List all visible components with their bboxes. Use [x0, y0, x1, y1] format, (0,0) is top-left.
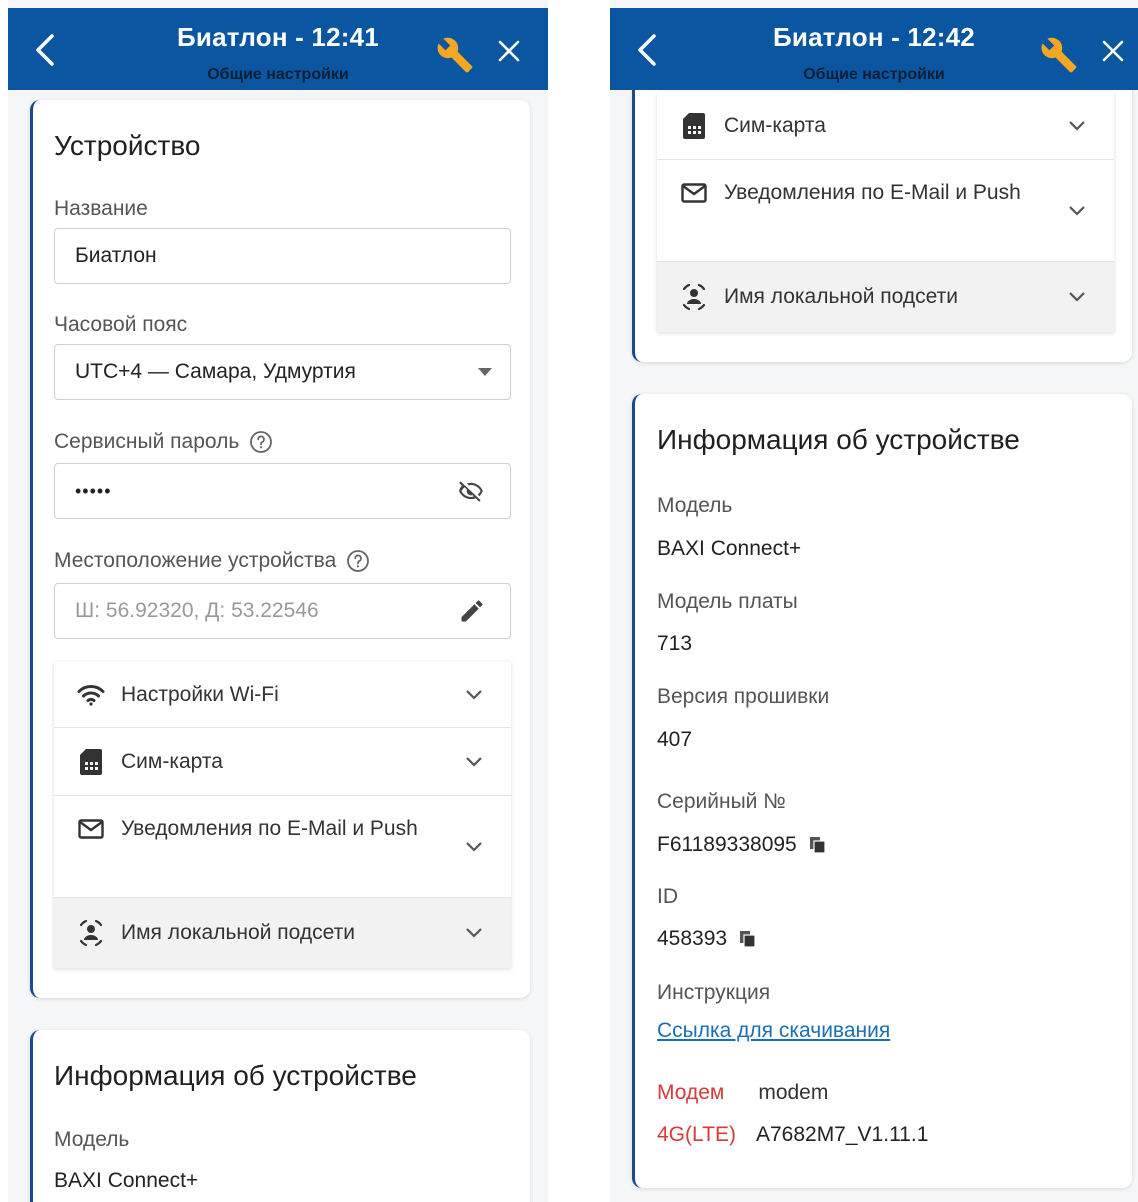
info-card-title: Информация об устройстве — [54, 1060, 417, 1091]
manual-label: Инструкция — [657, 981, 771, 1004]
board-model-label: Модель платы — [657, 590, 798, 613]
chevron-down-icon — [466, 841, 482, 852]
wifi-icon — [76, 680, 106, 710]
eye-off-icon[interactable] — [456, 478, 486, 504]
model-value: BAXI Connect+ — [657, 537, 801, 561]
wrench-icon[interactable] — [1040, 36, 1078, 74]
chevron-down-icon — [1069, 120, 1085, 131]
name-label-text: Название — [54, 197, 148, 220]
timezone-label: Часовой пояс — [54, 313, 187, 337]
timezone-value: UTC+4 — Самара, Удмуртия — [75, 360, 356, 383]
settings-accordion: Сим-карта Уведомления по E-Mail и Push И… — [657, 92, 1114, 332]
copy-icon[interactable] — [739, 930, 757, 948]
location-placeholder: Ш: 56.92320, Д: 53.22546 — [75, 599, 319, 622]
timezone-select[interactable]: UTC+4 — Самара, Удмуртия — [54, 344, 511, 400]
accordion-item-notifications[interactable]: Уведомления по E-Mail и Push — [657, 160, 1114, 262]
help-circle-icon[interactable] — [249, 430, 273, 454]
board-model-value-text: 713 — [657, 632, 693, 655]
id-label: ID — [657, 885, 678, 908]
name-input[interactable]: Биатлон — [54, 228, 511, 284]
sim-card-icon — [679, 111, 709, 141]
accordion-label: Уведомления по E-Mail и Push — [121, 817, 418, 840]
name-input-value: Биатлон — [75, 244, 157, 267]
lte-row: 4G(LTE) A7682M7_V1.11.1 — [657, 1123, 928, 1147]
subnet-icon — [76, 918, 106, 948]
id-value-text: 458393 — [657, 927, 728, 950]
chevron-down-icon — [466, 756, 482, 767]
app-bar: Биатлон - 12:42 Общие настройки — [610, 8, 1138, 90]
modem-value: modem — [758, 1081, 829, 1104]
name-label: Название — [54, 197, 148, 221]
help-circle-icon[interactable] — [346, 549, 370, 573]
accordion-label: Сим-карта — [121, 749, 223, 773]
id-value: 458393 — [657, 927, 757, 951]
location-input[interactable]: Ш: 56.92320, Д: 53.22546 — [54, 583, 511, 639]
service-password-input[interactable]: ••••• — [54, 463, 511, 519]
serial-value: F61189338095 — [657, 833, 827, 857]
board-model-value: 713 — [657, 632, 692, 656]
accordion-item-wifi[interactable]: Настройки Wi-Fi — [54, 662, 511, 728]
model-value-text: BAXI Connect+ — [657, 537, 802, 560]
service-password-label-text: Сервисный пароль — [54, 430, 240, 453]
accordion-item-subnet[interactable]: Имя локальной подсети — [657, 262, 1114, 332]
timezone-label-text: Часовой пояс — [54, 313, 188, 336]
serial-value-text: F61189338095 — [657, 833, 797, 856]
close-icon[interactable] — [1100, 38, 1126, 64]
accordion-item-sim[interactable]: Сим-карта — [54, 728, 511, 796]
location-label-text: Местоположение устройства — [54, 549, 337, 572]
app-bar: Биатлон - 12:41 Общие настройки — [8, 8, 548, 90]
accordion-label: Настройки Wi-Fi — [121, 682, 279, 706]
left-screen: Биатлон - 12:41 Общие настройки Устройст… — [8, 0, 548, 1202]
modem-row: Модем modem — [657, 1081, 828, 1105]
accordion-label: Имя локальной подсети — [724, 285, 958, 308]
device-settings-card: Устройство Название Биатлон Часовой пояс… — [30, 100, 530, 998]
serial-label: Серийный № — [657, 790, 786, 813]
accordion-item-notifications[interactable]: Уведомления по E-Mail и Push — [54, 796, 511, 898]
device-info-card: Информация об устройстве Модель BAXI Con… — [632, 394, 1132, 1188]
pencil-icon[interactable] — [458, 597, 486, 625]
location-label: Местоположение устройства — [54, 549, 370, 573]
lte-label: 4G(LTE) — [657, 1123, 736, 1146]
service-password-label: Сервисный пароль — [54, 430, 273, 454]
model-label: Модель — [657, 494, 733, 517]
accordion-item-sim[interactable]: Сим-карта — [657, 92, 1114, 160]
accordion-label: Имя локальной подсети — [121, 921, 355, 944]
lte-value: A7682M7_V1.11.1 — [755, 1123, 929, 1146]
chevron-down-icon — [466, 689, 482, 700]
accordion-label: Сим-карта — [724, 113, 826, 137]
password-value: ••••• — [75, 480, 112, 501]
mail-icon — [679, 178, 709, 208]
sim-card-icon — [76, 747, 106, 777]
info-card-title: Информация об устройстве — [657, 424, 1020, 455]
model-value: BAXI Connect+ — [54, 1169, 198, 1193]
subnet-icon — [679, 282, 709, 312]
right-screen: Биатлон - 12:42 Общие настройки Сим-карт… — [610, 0, 1138, 1202]
chevron-down-icon — [1069, 292, 1085, 302]
firmware-value: 407 — [657, 728, 692, 752]
copy-icon[interactable] — [809, 836, 827, 854]
device-card-title: Устройство — [54, 130, 201, 161]
close-icon[interactable] — [496, 38, 522, 64]
model-value-text: BAXI Connect+ — [54, 1169, 199, 1192]
dropdown-triangle-icon — [478, 368, 492, 376]
model-label: Модель — [54, 1128, 130, 1151]
download-link[interactable]: Ссылка для скачивания — [657, 1019, 890, 1043]
settings-accordion: Настройки Wi-Fi Сим-карта Уведомления по… — [54, 662, 511, 968]
mail-icon — [76, 814, 106, 844]
firmware-value-text: 407 — [657, 728, 693, 751]
wrench-icon[interactable] — [436, 36, 474, 74]
modem-label: Модем — [657, 1081, 725, 1104]
firmware-label: Версия прошивки — [657, 685, 830, 708]
accordion-label: Уведомления по E-Mail и Push — [724, 181, 1021, 204]
accordion-item-subnet[interactable]: Имя локальной подсети — [54, 898, 511, 968]
device-info-card: Информация об устройстве Модель BAXI Con… — [30, 1030, 530, 1202]
chevron-down-icon — [1069, 205, 1085, 216]
chevron-down-icon — [466, 928, 482, 938]
